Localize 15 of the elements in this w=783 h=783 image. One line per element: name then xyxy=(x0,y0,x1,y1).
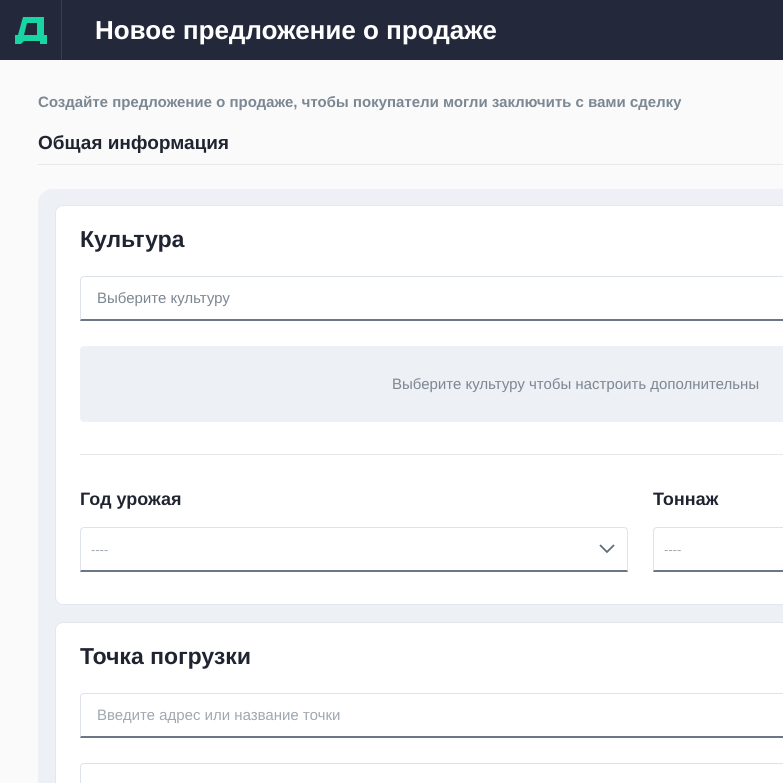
field-label: Год урожая xyxy=(80,489,183,510)
logo-icon[interactable] xyxy=(14,15,48,45)
notice-text: Выберите культуру чтобы настроить дополнительны xyxy=(80,346,783,422)
select-field[interactable]: ---- xyxy=(80,527,628,572)
text-field[interactable]: Введите адрес или название точки xyxy=(80,693,783,738)
field-label: Тоннаж xyxy=(653,489,720,510)
text-field[interactable]: Выберите культуру xyxy=(80,276,783,321)
text-field[interactable]: ---- xyxy=(653,527,783,572)
card-heading: Культура xyxy=(80,226,186,253)
select-placeholder: ---- xyxy=(91,542,108,556)
page-subtitle: Создайте предложение о продаже, чтобы покупатели могли заключить с вами сделку xyxy=(38,94,683,111)
card-heading: Точка погрузки xyxy=(80,643,252,670)
page-title: Новое предложение о продаже xyxy=(95,14,497,46)
section-heading: Общая информация xyxy=(38,133,783,165)
chevron-down-icon xyxy=(599,544,615,554)
